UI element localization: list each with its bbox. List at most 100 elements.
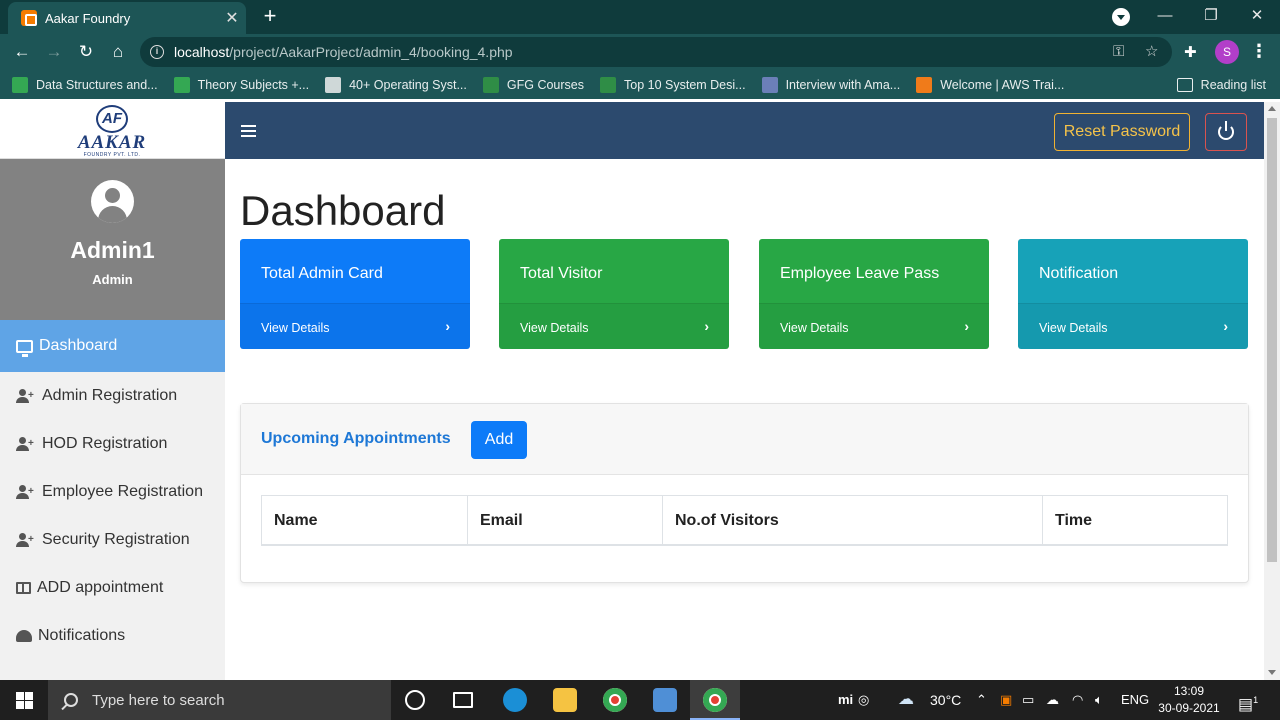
tray-overflow-icon[interactable]: ⌃ bbox=[976, 680, 987, 720]
hamburger-menu-icon[interactable] bbox=[241, 125, 256, 137]
minimize-button[interactable]: — bbox=[1142, 0, 1188, 34]
view-details-link[interactable]: View Details bbox=[780, 321, 849, 335]
view-details-link[interactable]: View Details bbox=[520, 321, 589, 335]
company-logo[interactable]: AF AAKAR FOUNDRY PVT. LTD. bbox=[0, 102, 225, 159]
bookmark-item[interactable]: Welcome | AWS Trai... bbox=[916, 76, 1064, 93]
home-button[interactable]: ⌂ bbox=[106, 40, 130, 64]
user-avatar-icon bbox=[91, 180, 134, 223]
card-footer[interactable]: View Details › bbox=[499, 303, 729, 349]
edge-icon[interactable] bbox=[503, 688, 527, 712]
task-view-icon[interactable] bbox=[453, 692, 473, 708]
chrome-icon[interactable] bbox=[603, 688, 627, 712]
appointments-panel: Upcoming Appointments Add Name Email No.of… bbox=[240, 403, 1249, 583]
scroll-up-icon[interactable] bbox=[1268, 106, 1276, 111]
taskbar-search-placeholder: Type here to search bbox=[92, 691, 225, 709]
tab-close-icon[interactable]: ✕ bbox=[218, 8, 246, 28]
site-info-icon[interactable]: i bbox=[150, 45, 164, 59]
file-explorer-icon[interactable] bbox=[553, 688, 577, 712]
stat-card: Total Admin Card View Details › bbox=[240, 239, 470, 349]
sidebar-item-label: Admin Registration bbox=[42, 387, 178, 404]
main-content: Dashboard Total Admin Card View Details › T… bbox=[225, 159, 1264, 680]
gauge-icon bbox=[16, 630, 32, 642]
sync-icon[interactable]: ◎ bbox=[858, 680, 869, 720]
tab-search-icon[interactable] bbox=[1112, 8, 1130, 26]
volume-icon[interactable]: 🔈︎ bbox=[1095, 680, 1103, 720]
battery-icon[interactable]: ▭ bbox=[1022, 680, 1034, 720]
gfg-icon bbox=[600, 76, 616, 93]
browser-toolbar: ← → ↻ ⌂ i localhost/project/AakarProject… bbox=[0, 34, 1280, 70]
add-appointment-button[interactable]: Add bbox=[471, 421, 527, 459]
bookmark-item[interactable]: Top 10 System Desi... bbox=[600, 76, 746, 93]
profile-avatar[interactable]: S bbox=[1215, 40, 1239, 64]
card-footer[interactable]: View Details › bbox=[759, 303, 989, 349]
scrollbar-thumb[interactable] bbox=[1267, 118, 1277, 562]
extensions-puzzle-icon[interactable]: ✚ bbox=[1184, 43, 1202, 61]
sidebar-item-notifications[interactable]: Notifications bbox=[0, 612, 225, 660]
sidebar-item-add-appointment[interactable]: ADD appointment bbox=[0, 564, 225, 612]
notification-center-icon[interactable]: ▤1 bbox=[1238, 680, 1258, 720]
sidebar-item-security-registration[interactable]: + Security Registration bbox=[0, 516, 225, 564]
back-button[interactable]: ← bbox=[10, 40, 34, 64]
browser-menu-icon[interactable]: ⋮ bbox=[1250, 40, 1268, 64]
taskbar-clock[interactable]: 13:09 30-09-2021 bbox=[1150, 683, 1228, 717]
chevron-right-icon[interactable]: › bbox=[964, 318, 969, 334]
sidebar-item-employee-registration[interactable]: + Employee Registration bbox=[0, 468, 225, 516]
restore-button[interactable]: ❐ bbox=[1188, 0, 1234, 34]
wifi-icon[interactable]: ◠ bbox=[1072, 680, 1083, 720]
bookmark-item[interactable]: Interview with Ama... bbox=[761, 76, 900, 93]
logout-button[interactable] bbox=[1205, 113, 1247, 151]
plus-icon bbox=[12, 76, 28, 93]
appointments-panel-header: Upcoming Appointments Add bbox=[241, 404, 1248, 475]
card-title: Employee Leave Pass bbox=[780, 265, 940, 282]
view-details-link[interactable]: View Details bbox=[261, 321, 330, 335]
bookmark-item[interactable]: Data Structures and... bbox=[12, 76, 158, 93]
scroll-down-icon[interactable] bbox=[1268, 670, 1276, 675]
sidebar-item-admin-registration[interactable]: + Admin Registration bbox=[0, 372, 225, 420]
chevron-right-icon[interactable]: › bbox=[704, 318, 709, 334]
sidebar: AF AAKAR FOUNDRY PVT. LTD. Admin1 Admin … bbox=[0, 102, 225, 680]
chrome-active-taskbar-button[interactable] bbox=[690, 680, 740, 720]
password-key-icon[interactable]: ⚿ bbox=[1113, 37, 1124, 67]
bookmark-star-icon[interactable]: ☆ bbox=[1145, 37, 1158, 67]
weather-temp[interactable]: 30°C bbox=[930, 680, 961, 720]
bookmark-item[interactable]: Theory Subjects +... bbox=[173, 76, 309, 93]
bookmark-item[interactable]: GFG Courses bbox=[482, 76, 584, 93]
start-button[interactable] bbox=[0, 680, 48, 720]
onedrive-icon[interactable]: ☁ bbox=[1046, 680, 1059, 720]
mi-icon[interactable]: mi bbox=[838, 680, 853, 720]
logo-name: AAKAR bbox=[77, 132, 147, 153]
browser-tab[interactable]: Aakar Foundry ✕ bbox=[8, 2, 246, 34]
card-footer[interactable]: View Details › bbox=[1018, 303, 1248, 349]
windows-taskbar: Type here to search mi ◎ ☁ 30°C ⌃ ▣ ▭ ☁ … bbox=[0, 680, 1280, 720]
bookmarks-bar: Data Structures and... Theory Subjects +.… bbox=[0, 70, 1280, 99]
view-details-link[interactable]: View Details bbox=[1039, 321, 1108, 335]
address-bar[interactable]: i localhost/project/AakarProject/admin_4… bbox=[140, 37, 1172, 67]
bookmark-item[interactable]: 40+ Operating Syst... bbox=[325, 76, 467, 93]
page-scrollbar[interactable] bbox=[1264, 102, 1280, 680]
top-navbar: Reset Password bbox=[225, 102, 1264, 159]
card-footer[interactable]: View Details › bbox=[240, 303, 470, 349]
chevron-right-icon[interactable]: › bbox=[445, 318, 450, 334]
admin-name: Admin1 bbox=[70, 237, 155, 263]
cortana-icon[interactable] bbox=[405, 690, 425, 710]
appointments-title: Upcoming Appointments bbox=[261, 430, 451, 447]
dk-icon bbox=[761, 76, 778, 93]
forward-button[interactable]: → bbox=[42, 40, 66, 64]
sidebar-item-dashboard[interactable]: Dashboard bbox=[0, 320, 225, 372]
close-window-button[interactable]: ✕ bbox=[1234, 0, 1280, 34]
sidebar-item-label: Dashboard bbox=[39, 337, 118, 354]
sidebar-item-hod-registration[interactable]: + HOD Registration bbox=[0, 420, 225, 468]
xampp-tray-icon[interactable]: ▣ bbox=[1000, 680, 1012, 720]
chevron-right-icon[interactable]: › bbox=[1223, 318, 1228, 334]
weather-cloud-icon[interactable]: ☁ bbox=[898, 680, 914, 720]
language-indicator[interactable]: ENG bbox=[1121, 680, 1149, 720]
sidebar-item-label: Employee Registration bbox=[42, 483, 203, 500]
reload-button[interactable]: ↻ bbox=[74, 40, 98, 64]
table-icon bbox=[16, 582, 31, 594]
desktop-app-icon[interactable] bbox=[653, 688, 677, 712]
taskbar-search[interactable]: Type here to search bbox=[48, 680, 391, 720]
admin-profile: Admin1 Admin bbox=[0, 159, 225, 320]
new-tab-button[interactable]: + bbox=[258, 5, 282, 29]
reset-password-button[interactable]: Reset Password bbox=[1054, 113, 1190, 151]
reading-list-button[interactable]: Reading list bbox=[1176, 70, 1266, 99]
